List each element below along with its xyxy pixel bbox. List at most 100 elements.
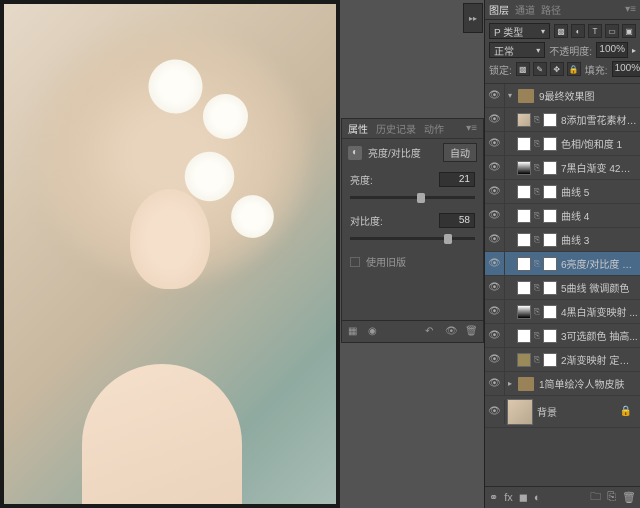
new-adjustment-icon[interactable]: ◐: [534, 492, 541, 504]
lock-all-icon[interactable]: 🔒: [567, 62, 581, 76]
adjust-thumb[interactable]: [517, 185, 531, 199]
visibility-toggle[interactable]: 👁: [485, 276, 505, 300]
tab-paths[interactable]: 路径: [541, 2, 561, 17]
filter-adjust-icon[interactable]: ◐: [571, 24, 585, 38]
layer-name[interactable]: 1简单绘冷人物皮肤: [537, 376, 640, 391]
layer-name[interactable]: 曲线 4: [559, 208, 638, 223]
layers-panel-menu-icon[interactable]: ▾≡: [625, 4, 636, 15]
filter-pixel-icon[interactable]: ▩: [554, 24, 568, 38]
adjust-thumb[interactable]: [517, 305, 531, 319]
layer-thumb[interactable]: [507, 399, 533, 425]
document-canvas[interactable]: [4, 4, 336, 504]
new-group-icon[interactable]: 🗀: [590, 488, 601, 507]
mask-thumb[interactable]: [543, 305, 557, 319]
opacity-flyout-icon[interactable]: ▸: [632, 46, 636, 55]
layer-name[interactable]: 3可选颜色 抽高...: [559, 328, 638, 343]
filter-smart-icon[interactable]: ▣: [622, 24, 636, 38]
canvas-area[interactable]: [0, 0, 340, 508]
mask-thumb[interactable]: [543, 281, 557, 295]
group-collapse-icon[interactable]: ▾: [505, 91, 515, 100]
layer-filter-dropdown[interactable]: P 类型▾: [489, 23, 550, 39]
visibility-toggle[interactable]: 👁: [485, 156, 505, 180]
mask-thumb[interactable]: [543, 329, 557, 343]
layer-row[interactable]: 👁 ⎘ 曲线 5: [485, 180, 640, 204]
tab-history[interactable]: 历史记录: [376, 121, 416, 136]
adjust-thumb[interactable]: [517, 257, 531, 271]
layer-row[interactable]: 👁 ⎘ 8添加雪花素材 让...: [485, 108, 640, 132]
visibility-toggle[interactable]: 👁: [485, 228, 505, 252]
layer-thumb[interactable]: [517, 113, 531, 127]
lock-pixels-icon[interactable]: ✎: [533, 62, 547, 76]
tab-properties[interactable]: 属性: [348, 121, 368, 136]
opacity-input[interactable]: 100%: [596, 42, 628, 58]
visibility-toggle[interactable]: 👁: [485, 324, 505, 348]
link-layers-icon[interactable]: ⚭: [489, 491, 498, 504]
layer-name[interactable]: 色相/饱和度 1: [559, 136, 638, 151]
layer-row[interactable]: 👁 ⎘ 4黑白渐变映射 ...: [485, 300, 640, 324]
contrast-slider[interactable]: [350, 232, 475, 246]
mask-thumb[interactable]: [543, 233, 557, 247]
adjust-thumb[interactable]: [517, 161, 531, 175]
blend-mode-dropdown[interactable]: 正常▾: [489, 42, 545, 58]
mask-thumb[interactable]: [543, 209, 557, 223]
layer-group[interactable]: 👁 ▾ 9最终效果图: [485, 84, 640, 108]
group-collapse-icon[interactable]: ▸: [505, 379, 515, 388]
adjust-thumb[interactable]: [517, 233, 531, 247]
layer-row[interactable]: 👁 ⎘ 色相/饱和度 1: [485, 132, 640, 156]
visibility-toggle[interactable]: 👁: [485, 180, 505, 204]
contrast-input[interactable]: 58: [439, 213, 475, 228]
visibility-toggle[interactable]: 👁: [485, 300, 505, 324]
layer-name[interactable]: 7黑白渐变 42%透...: [559, 160, 638, 175]
visibility-toggle[interactable]: 👁: [485, 252, 505, 276]
layer-row[interactable]: 👁 ⎘ 5曲线 微调颜色: [485, 276, 640, 300]
layer-name[interactable]: 曲线 3: [559, 232, 638, 247]
lock-position-icon[interactable]: ✥: [550, 62, 564, 76]
layer-name[interactable]: 5曲线 微调颜色: [559, 280, 638, 295]
layer-name[interactable]: 8添加雪花素材 让...: [559, 112, 638, 127]
mask-thumb[interactable]: [543, 185, 557, 199]
filter-type-icon[interactable]: T: [588, 24, 602, 38]
visibility-toggle[interactable]: 👁: [485, 132, 505, 156]
delete-adjustment-icon[interactable]: 🗑: [465, 326, 477, 338]
visibility-toggle[interactable]: 👁: [485, 84, 505, 108]
mask-thumb[interactable]: [543, 113, 557, 127]
brightness-input[interactable]: 21: [439, 172, 475, 187]
layer-row[interactable]: 👁 ⎘ 7黑白渐变 42%透...: [485, 156, 640, 180]
layers-list[interactable]: 👁 ▾ 9最终效果图 👁 ⎘ 8添加雪花素材 让... 👁 ⎘ 色相/饱和度 1…: [485, 84, 640, 486]
layer-name[interactable]: 4黑白渐变映射 ...: [559, 304, 638, 319]
layer-row[interactable]: 👁 ⎘ 2渐变映射 定基调 ...: [485, 348, 640, 372]
tab-channels[interactable]: 通道: [515, 2, 535, 17]
brightness-slider[interactable]: [350, 191, 475, 205]
lock-transparency-icon[interactable]: ▩: [516, 62, 530, 76]
delete-layer-icon[interactable]: 🗑: [622, 491, 636, 504]
layer-name[interactable]: 6亮度/对比度 拉...: [559, 256, 638, 271]
adjust-thumb[interactable]: [517, 137, 531, 151]
mask-thumb[interactable]: [543, 137, 557, 151]
tab-actions[interactable]: 动作: [424, 121, 444, 136]
fill-input[interactable]: 100%: [612, 61, 640, 77]
legacy-checkbox[interactable]: [350, 257, 360, 267]
layer-name[interactable]: 曲线 5: [559, 184, 638, 199]
layer-name[interactable]: 背景: [535, 404, 620, 419]
new-layer-icon[interactable]: ⎘: [607, 491, 616, 504]
background-layer[interactable]: 👁 背景 🔒: [485, 396, 640, 428]
layer-row[interactable]: 👁 ⎘ 曲线 3: [485, 228, 640, 252]
visibility-toggle[interactable]: 👁: [485, 348, 505, 372]
panel-menu-icon[interactable]: ▾≡: [466, 123, 477, 134]
reset-icon[interactable]: ↶: [425, 326, 437, 338]
layer-row[interactable]: 👁 ⎘ 3可选颜色 抽高...: [485, 324, 640, 348]
tab-layers[interactable]: 图层: [489, 2, 509, 17]
layer-group[interactable]: 👁 ▸ 1简单绘冷人物皮肤: [485, 372, 640, 396]
layer-fx-icon[interactable]: fx: [504, 492, 513, 504]
toggle-visibility-icon[interactable]: 👁: [445, 326, 457, 338]
mask-thumb[interactable]: [543, 257, 557, 271]
adjust-thumb[interactable]: [517, 329, 531, 343]
layer-row[interactable]: 👁 ⎘ 6亮度/对比度 拉...: [485, 252, 640, 276]
mask-thumb[interactable]: [543, 161, 557, 175]
visibility-toggle[interactable]: 👁: [485, 204, 505, 228]
layer-row[interactable]: 👁 ⎘ 曲线 4: [485, 204, 640, 228]
layer-name[interactable]: 2渐变映射 定基调 ...: [559, 352, 638, 367]
view-prev-icon[interactable]: ◉: [368, 326, 380, 338]
visibility-toggle[interactable]: 👁: [485, 108, 505, 132]
layer-name[interactable]: 9最终效果图: [537, 88, 640, 103]
